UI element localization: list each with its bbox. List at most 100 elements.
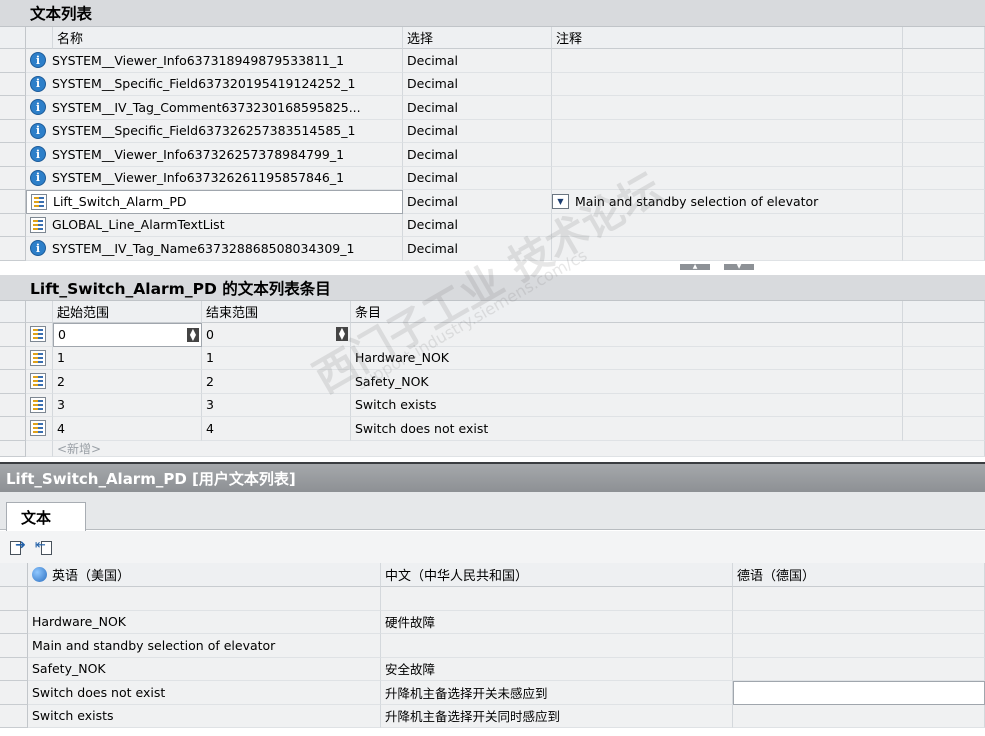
comment-cell[interactable] [552, 237, 903, 261]
selection-cell[interactable]: Decimal [403, 143, 552, 167]
table-row[interactable]: 1 1 Hardware_NOK [0, 346, 985, 370]
table-row[interactable]: i SYSTEM__IV_Tag_Comment6373230168595825.… [0, 96, 985, 120]
add-new-entry[interactable]: <新增> [53, 440, 985, 457]
name-cell[interactable]: Lift_Switch_Alarm_PD [26, 190, 403, 214]
row-gutter[interactable] [0, 143, 26, 167]
dropdown-arrow-icon[interactable]: ▼ [552, 193, 569, 209]
entry-cell[interactable]: Hardware_NOK [351, 346, 903, 370]
name-cell[interactable]: i SYSTEM__Specific_Field63732019541912425… [26, 72, 403, 96]
new-row[interactable]: <新增> [0, 440, 985, 457]
collapse-up-icon[interactable]: ▲ [680, 264, 710, 270]
selection-cell[interactable]: Decimal [403, 119, 552, 143]
end-range-cell[interactable]: 1 [202, 346, 351, 370]
entry-cell[interactable] [351, 323, 903, 347]
name-cell[interactable]: i SYSTEM__Viewer_Info637318949879533811_1 [26, 49, 403, 73]
table-row[interactable]: 4 4 Switch does not exist [0, 417, 985, 441]
end-range-cell[interactable]: 3 [202, 393, 351, 417]
row-gutter[interactable] [0, 49, 26, 73]
column-header-name[interactable]: 名称 [53, 27, 403, 49]
row-gutter[interactable] [0, 213, 26, 237]
row-gutter[interactable] [0, 237, 26, 261]
row-gutter[interactable] [0, 72, 26, 96]
selection-cell[interactable]: Decimal [403, 237, 552, 261]
table-row[interactable]: i SYSTEM__Viewer_Info637326261195857846_1… [0, 166, 985, 190]
german-cell[interactable] [733, 587, 985, 611]
start-range-cell[interactable]: 2 [53, 370, 202, 394]
row-gutter[interactable] [0, 657, 28, 681]
table-row[interactable]: GLOBAL_Line_AlarmTextList Decimal [0, 213, 985, 237]
comment-cell[interactable] [552, 96, 903, 120]
english-cell[interactable]: Switch does not exist [28, 681, 381, 705]
comment-cell[interactable]: ▼ Main and standby selection of elevator [552, 190, 903, 214]
german-cell[interactable] [733, 610, 985, 634]
table-row[interactable]: Lift_Switch_Alarm_PD Decimal ▼ Main and sta… [0, 190, 985, 214]
entry-cell[interactable]: Switch does not exist [351, 417, 903, 441]
selection-cell[interactable]: Decimal [403, 213, 552, 237]
start-range-cell[interactable]: 0 ▲ ▼ [53, 323, 202, 347]
row-gutter[interactable] [0, 393, 26, 417]
column-header-start-range[interactable]: 起始范围 [53, 301, 202, 323]
column-header-german[interactable]: 德语（德国） [733, 563, 985, 587]
chinese-cell[interactable]: 安全故障 [381, 657, 733, 681]
start-range-cell[interactable]: 1 [53, 346, 202, 370]
table-row[interactable]: 3 3 Switch exists [0, 393, 985, 417]
table-row[interactable]: Hardware_NOK 硬件故障 [0, 610, 985, 634]
end-range-cell[interactable]: 2 [202, 370, 351, 394]
english-cell[interactable] [28, 587, 381, 611]
selection-cell[interactable]: Decimal [403, 166, 552, 190]
german-cell[interactable] [733, 657, 985, 681]
english-cell[interactable]: Safety_NOK [28, 657, 381, 681]
comment-cell[interactable] [552, 49, 903, 73]
table-row[interactable]: Switch does not exist 升降机主备选择开关未感应到 [0, 681, 985, 705]
spinner-icon[interactable]: ▲ ▼ [336, 327, 348, 342]
table-row[interactable] [0, 587, 985, 611]
name-cell[interactable]: i SYSTEM__IV_Tag_Name637328868508034309_1 [26, 237, 403, 261]
selection-cell[interactable]: Decimal [403, 190, 552, 214]
english-cell[interactable]: Hardware_NOK [28, 610, 381, 634]
comment-cell[interactable] [552, 213, 903, 237]
column-header-comment[interactable]: 注释 [552, 27, 903, 49]
comment-cell[interactable] [552, 72, 903, 96]
row-gutter[interactable] [0, 587, 28, 611]
row-gutter[interactable] [0, 323, 26, 347]
chinese-cell[interactable]: 硬件故障 [381, 610, 733, 634]
name-cell[interactable]: i SYSTEM__Viewer_Info637326261195857846_1 [26, 166, 403, 190]
table-row[interactable]: i SYSTEM__Specific_Field63732625738351458… [0, 119, 985, 143]
column-header-selection[interactable]: 选择 [403, 27, 552, 49]
row-gutter[interactable] [0, 166, 26, 190]
name-cell[interactable]: i SYSTEM__Specific_Field63732625738351458… [26, 119, 403, 143]
column-header-end-range[interactable]: 结束范围 [202, 301, 351, 323]
selection-cell[interactable]: Decimal [403, 49, 552, 73]
column-header-entry[interactable]: 条目 [351, 301, 903, 323]
name-cell[interactable]: i SYSTEM__Viewer_Info637326257378984799_1 [26, 143, 403, 167]
chinese-cell[interactable]: 升降机主备选择开关未感应到 [381, 681, 733, 705]
chinese-cell[interactable] [381, 587, 733, 611]
english-cell[interactable]: Switch exists [28, 704, 381, 728]
table-row[interactable]: Safety_NOK 安全故障 [0, 657, 985, 681]
comment-cell[interactable] [552, 166, 903, 190]
german-cell[interactable] [733, 681, 985, 705]
table-row[interactable]: i SYSTEM__Viewer_Info637326257378984799_1… [0, 143, 985, 167]
comment-cell[interactable] [552, 143, 903, 167]
table-row[interactable]: i SYSTEM__Specific_Field63732019541912425… [0, 72, 985, 96]
german-cell[interactable] [733, 704, 985, 728]
row-gutter[interactable] [0, 370, 26, 394]
entry-cell[interactable]: Switch exists [351, 393, 903, 417]
table-row[interactable]: 0 ▲ ▼ 0 ▲ ▼ [0, 323, 985, 347]
table-row[interactable]: 2 2 Safety_NOK [0, 370, 985, 394]
entry-cell[interactable]: Safety_NOK [351, 370, 903, 394]
start-range-cell[interactable]: 4 [53, 417, 202, 441]
selection-cell[interactable]: Decimal [403, 96, 552, 120]
row-gutter[interactable] [0, 190, 26, 214]
table-row[interactable]: i SYSTEM__Viewer_Info637318949879533811_1… [0, 49, 985, 73]
end-range-cell[interactable]: 4 [202, 417, 351, 441]
chinese-cell[interactable]: 升降机主备选择开关同时感应到 [381, 704, 733, 728]
comment-cell[interactable] [552, 119, 903, 143]
name-cell[interactable]: GLOBAL_Line_AlarmTextList [26, 213, 403, 237]
selection-cell[interactable]: Decimal [403, 72, 552, 96]
english-cell[interactable]: Main and standby selection of elevator [28, 634, 381, 658]
table-row[interactable]: Main and standby selection of elevator [0, 634, 985, 658]
row-gutter[interactable] [0, 634, 28, 658]
splitter-arrows[interactable]: ▲ ▼ [680, 264, 754, 270]
row-gutter[interactable] [0, 346, 26, 370]
